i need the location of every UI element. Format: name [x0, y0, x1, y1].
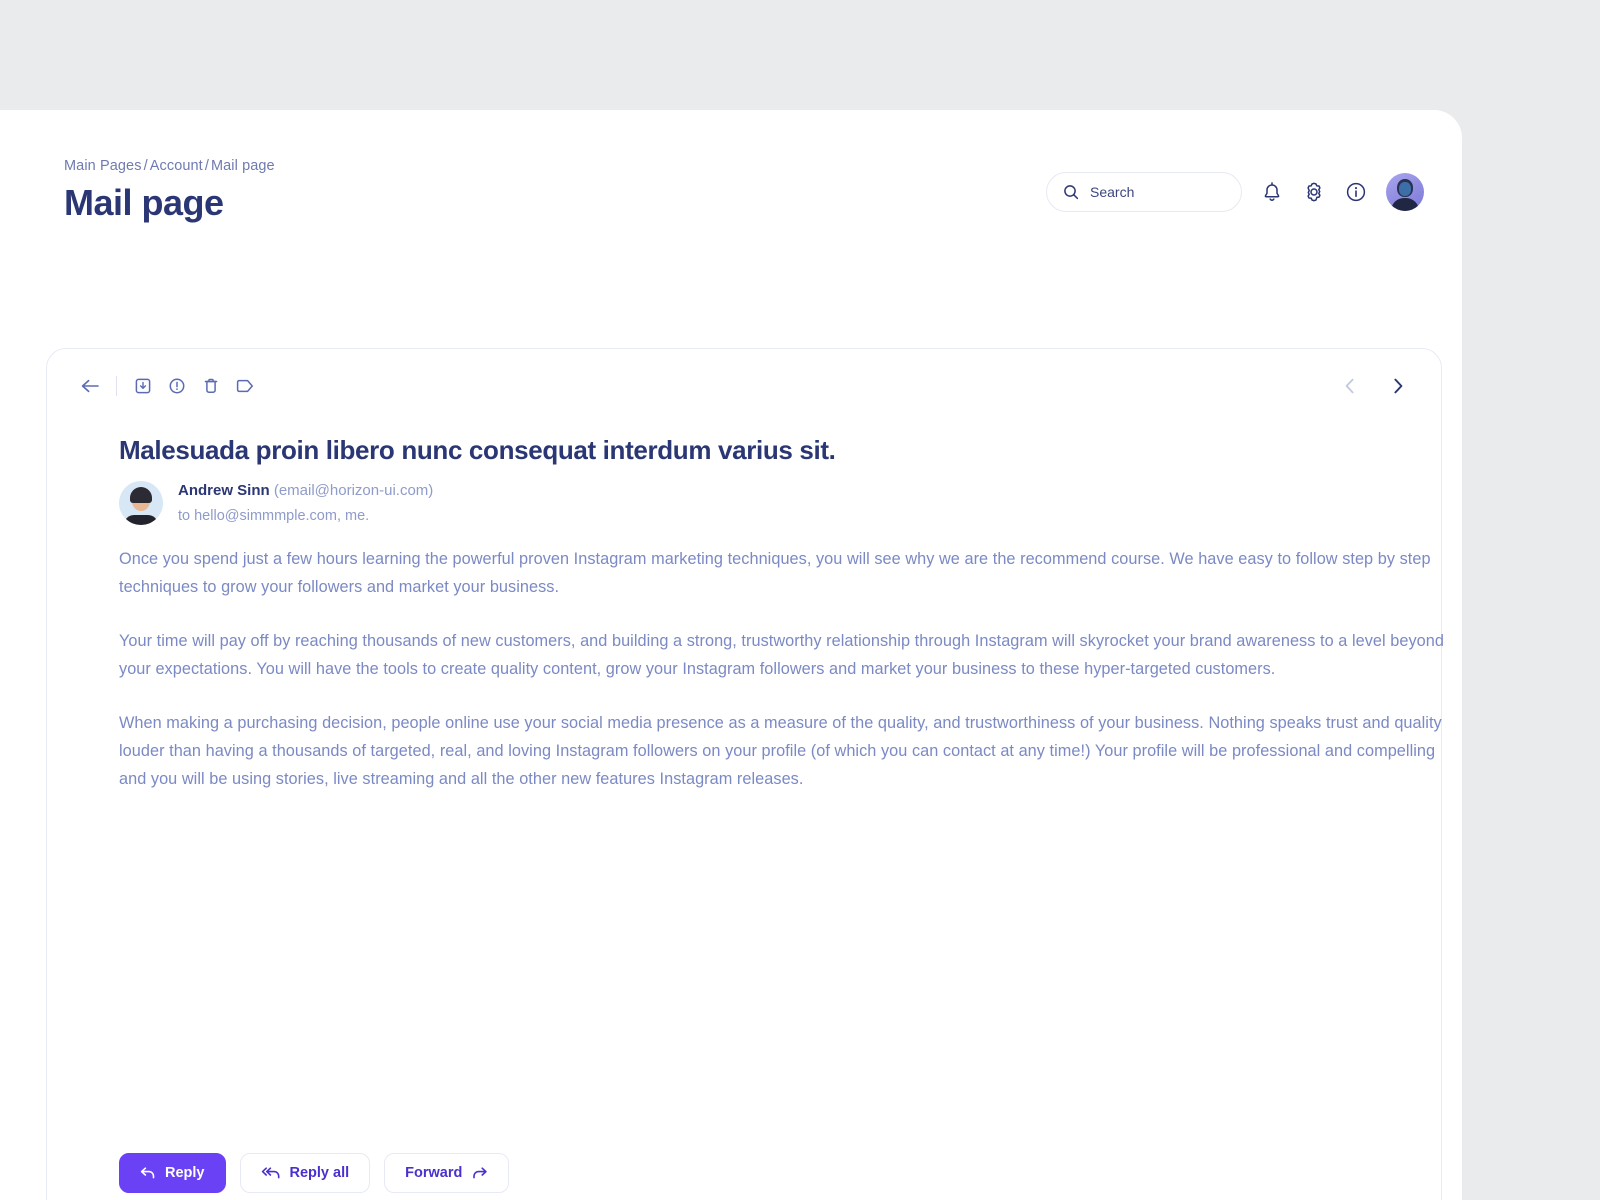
back-arrow-icon[interactable] [73, 371, 107, 401]
avatar-face [1399, 182, 1411, 196]
sender-avatar-hair [130, 487, 152, 504]
breadcrumb-item-account[interactable]: Account [150, 158, 203, 174]
breadcrumb-separator: / [143, 158, 148, 174]
mail-paragraph: When making a purchasing decision, peopl… [119, 714, 1442, 789]
search-icon [1063, 184, 1079, 200]
sender-avatar-body [124, 515, 158, 526]
mail-card: Malesuada proin libero nunc consequat in… [46, 348, 1444, 1200]
mail-sender: Andrew Sinn (email@horizon-ui.com) to he… [119, 480, 433, 527]
mail-paragraph: Once you spend just a few hours learning… [119, 550, 1431, 597]
page-shell: Main Pages / Account / Mail page Mail page S… [0, 110, 1462, 1200]
chevron-right-icon[interactable] [1381, 371, 1415, 401]
mail-toolbar [73, 371, 1415, 401]
mail-paragraph: Your time will pay off by reaching thous… [119, 632, 1444, 679]
info-icon[interactable] [1344, 180, 1368, 204]
search-text: Search [1090, 184, 1135, 200]
avatar-body [1391, 198, 1419, 211]
forward-button-label: Forward [405, 1165, 463, 1181]
forward-button[interactable]: Forward [384, 1153, 510, 1193]
mail-actions: Reply Reply all Forward [119, 1153, 510, 1193]
mail-body: Once you spend just a few hours learning… [119, 545, 1461, 793]
mail-subject: Malesuada proin libero nunc consequat in… [119, 435, 836, 465]
header-tools: Search [1046, 172, 1424, 212]
reply-all-button[interactable]: Reply all [239, 1153, 371, 1193]
reply-button[interactable]: Reply [119, 1153, 226, 1193]
app-root: Main Pages / Account / Mail page Mail page S… [0, 0, 1600, 1200]
sender-avatar [119, 481, 163, 526]
mail-toolbar-left [73, 371, 262, 401]
forward-arrow-icon [471, 1166, 488, 1180]
breadcrumb-separator: / [204, 158, 209, 174]
toolbar-divider [116, 376, 117, 396]
sender-name: Andrew Sinn [178, 482, 270, 499]
report-spam-icon[interactable] [160, 371, 194, 401]
breadcrumb-item-main-pages[interactable]: Main Pages [64, 158, 142, 174]
mail-recipients: to hello@simmmple.com, me. [178, 507, 370, 524]
mail-toolbar-right [1333, 371, 1415, 401]
archive-icon[interactable] [126, 371, 160, 401]
chevron-left-icon[interactable] [1333, 371, 1367, 401]
gear-icon[interactable] [1302, 180, 1326, 204]
sender-email: (email@horizon-ui.com) [273, 482, 434, 499]
bell-icon[interactable] [1260, 180, 1284, 204]
label-tag-icon[interactable] [228, 371, 262, 401]
trash-icon[interactable] [194, 371, 228, 401]
reply-all-arrow-icon [261, 1166, 281, 1180]
reply-all-button-label: Reply all [289, 1165, 350, 1181]
sender-line: Andrew Sinn (email@horizon-ui.com) [178, 480, 433, 502]
page-header: Main Pages / Account / Mail page Mail page S… [64, 158, 1424, 228]
sender-details: Andrew Sinn (email@horizon-ui.com) to he… [178, 480, 433, 527]
breadcrumb-item-mail-page[interactable]: Mail page [211, 158, 275, 174]
avatar[interactable] [1386, 173, 1424, 211]
reply-button-label: Reply [165, 1165, 205, 1181]
search-input[interactable]: Search [1046, 172, 1242, 212]
reply-arrow-icon [140, 1166, 156, 1180]
